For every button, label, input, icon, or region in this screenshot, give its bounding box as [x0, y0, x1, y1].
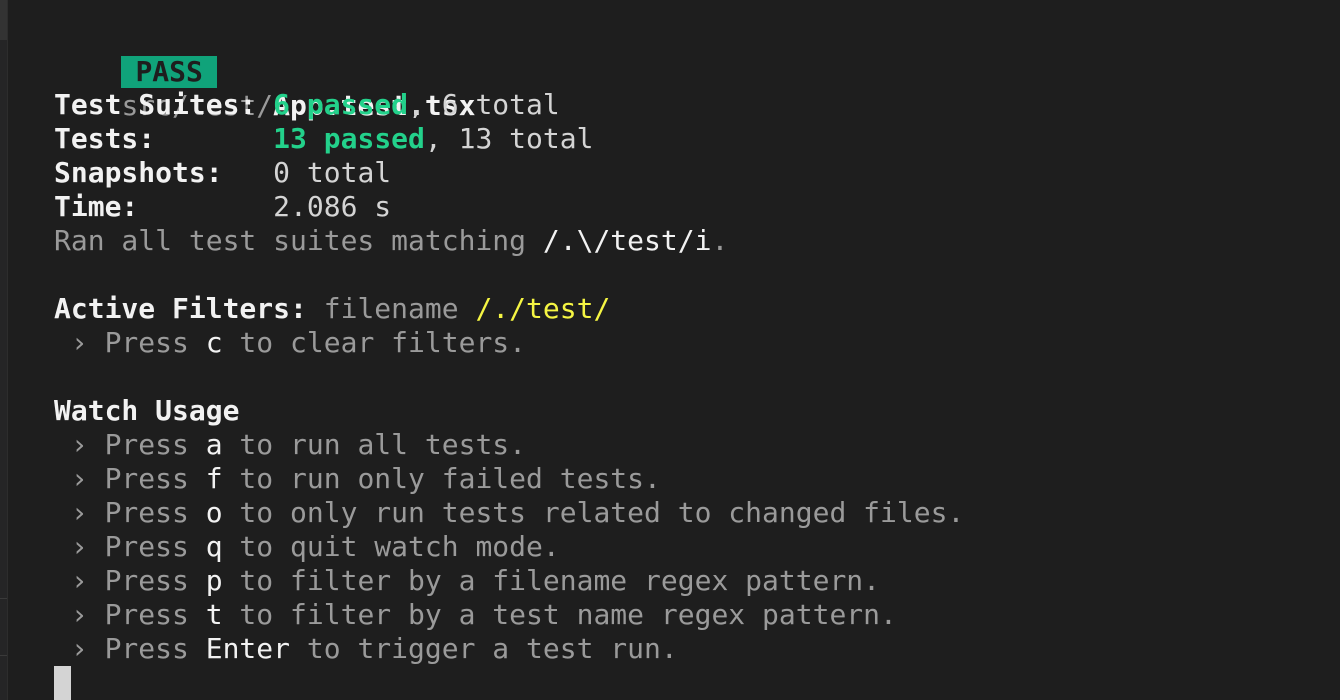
suites-total: , 6 total: [408, 88, 560, 121]
watch-item-prefix: › Press: [54, 428, 206, 461]
watch-item-prefix: › Press: [54, 496, 206, 529]
snapshots-label: Snapshots:: [54, 156, 223, 189]
watch-item-key: Enter: [205, 632, 291, 665]
watch-usage-title: Watch Usage: [54, 394, 239, 428]
watch-item-prefix: › Press: [54, 564, 206, 597]
ran-pattern: /.\/test/i: [542, 224, 712, 257]
watch-item-text: to filter by a test name regex pattern.: [222, 598, 897, 631]
active-filters-label: Active Filters:: [54, 292, 307, 325]
terminal-window[interactable]: PASS src/test/App.test.tsx Test Suites: …: [0, 0, 1340, 700]
terminal-left-gutter: [0, 0, 8, 700]
active-filters-line: Active Filters: filename /./test/: [54, 292, 610, 326]
suites-passed: 6 passed: [273, 88, 409, 121]
filter-pattern: /./test/: [475, 292, 611, 325]
watch-item-text: to run all tests.: [222, 428, 527, 461]
filter-type: filename: [306, 292, 476, 325]
suites-label: Test Suites:: [54, 88, 257, 121]
ran-end: .: [711, 224, 729, 257]
watch-item-prefix: › Press: [54, 530, 206, 563]
summary-snapshots-line: Snapshots: 0 total: [54, 156, 391, 190]
test-file-result-line: PASS src/test/App.test.tsx: [54, 21, 475, 122]
watch-usage-item: › Press o to only run tests related to c…: [54, 496, 964, 530]
tests-label: Tests:: [54, 122, 156, 155]
watch-item-key: a: [205, 428, 223, 461]
hint-prefix: › Press: [54, 326, 206, 359]
ran-suites-line: Ran all test suites matching /.\/test/i.: [54, 224, 728, 258]
gutter-marker-top: [0, 0, 7, 40]
pass-badge: PASS: [121, 56, 217, 88]
watch-item-text: to quit watch mode.: [222, 530, 560, 563]
watch-item-key: q: [205, 530, 223, 563]
watch-item-prefix: › Press: [54, 598, 206, 631]
hint-key-c: c: [205, 326, 223, 359]
terminal-cursor[interactable]: [54, 666, 71, 700]
watch-item-key: o: [205, 496, 223, 529]
watch-usage-heading: Watch Usage: [54, 394, 240, 427]
watch-item-text: to trigger a test run.: [290, 632, 678, 665]
gutter-marker-bottom: [0, 598, 7, 656]
summary-suites-line: Test Suites: 6 passed, 6 total: [54, 88, 560, 122]
summary-tests-line: Tests: 13 passed, 13 total: [54, 122, 593, 156]
watch-item-key: p: [205, 564, 223, 597]
tests-passed: 13 passed: [273, 122, 425, 155]
watch-usage-item: › Press Enter to trigger a test run.: [54, 632, 678, 666]
ran-text: Ran all test suites matching: [54, 224, 543, 257]
clear-filters-hint: › Press c to clear filters.: [54, 326, 526, 360]
snapshots-value: 0 total: [273, 156, 392, 189]
time-value: 2.086 s: [273, 190, 392, 223]
watch-usage-item: › Press p to filter by a filename regex …: [54, 564, 880, 598]
time-label: Time:: [54, 190, 139, 223]
watch-usage-item: › Press q to quit watch mode.: [54, 530, 560, 564]
watch-item-key: f: [205, 462, 223, 495]
watch-item-prefix: › Press: [54, 632, 206, 665]
watch-item-text: to filter by a filename regex pattern.: [222, 564, 881, 597]
watch-usage-item: › Press t to filter by a test name regex…: [54, 598, 897, 632]
watch-usage-item: › Press a to run all tests.: [54, 428, 526, 462]
watch-item-key: t: [205, 598, 223, 631]
watch-item-prefix: › Press: [54, 462, 206, 495]
tests-total: , 13 total: [424, 122, 594, 155]
watch-usage-item: › Press f to run only failed tests.: [54, 462, 661, 496]
hint-text: to clear filters.: [222, 326, 527, 359]
watch-item-text: to run only failed tests.: [222, 462, 661, 495]
summary-time-line: Time: 2.086 s: [54, 190, 391, 224]
watch-item-text: to only run tests related to changed fil…: [222, 496, 965, 529]
